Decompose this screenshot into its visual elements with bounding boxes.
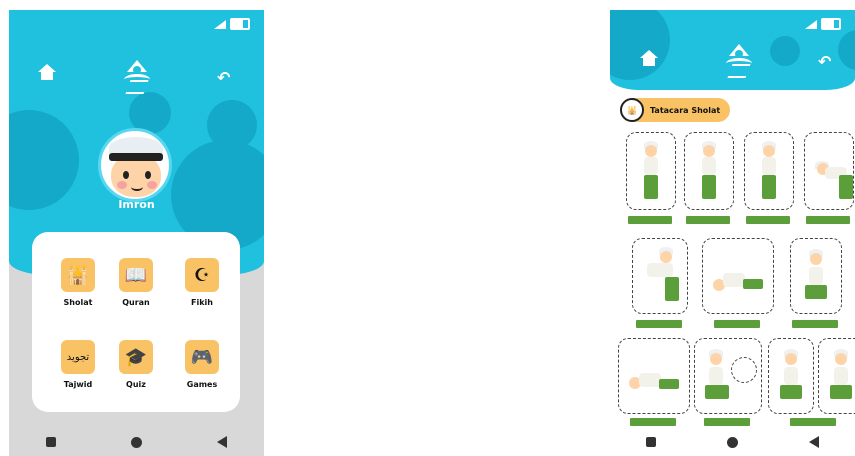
crescent-star-icon: ☪	[185, 258, 219, 292]
step-label	[714, 320, 760, 328]
home-icon	[38, 64, 56, 84]
mosque-logo-icon	[724, 44, 754, 78]
gamepad-icon: 🎮	[185, 340, 219, 374]
back-arrow-icon: ↶	[818, 52, 832, 71]
step-label	[636, 320, 682, 328]
recent-apps-button[interactable]	[645, 437, 656, 447]
step-label	[630, 418, 676, 426]
graduation-cap-icon: 🎓	[119, 340, 153, 374]
status-bar	[214, 18, 250, 30]
step-card[interactable]	[818, 338, 855, 414]
system-back-button[interactable]	[809, 436, 820, 448]
step-card[interactable]	[744, 132, 794, 224]
step-card[interactable]	[768, 338, 814, 414]
step-card[interactable]	[702, 238, 774, 328]
step-card[interactable]	[626, 132, 676, 224]
signal-icon	[805, 19, 817, 29]
sholat-screen: ↶ 🕌 Tatacara Sholat	[610, 10, 855, 456]
home-icon	[640, 50, 658, 70]
step-card[interactable]	[804, 132, 854, 224]
decor-bubble	[610, 10, 670, 80]
battery-icon	[821, 18, 841, 30]
mosque-logo-icon	[122, 60, 152, 94]
step-label	[628, 216, 672, 224]
step-label	[790, 418, 836, 426]
arabic-calligraphy-icon: تجويد	[61, 340, 95, 374]
status-bar	[805, 18, 841, 30]
menu-item-quran[interactable]: 📖 Quran	[106, 258, 166, 307]
menu-item-tajwid[interactable]: تجويد Tajwid	[48, 340, 108, 389]
menu-label: Games	[186, 380, 218, 389]
avatar[interactable]	[98, 128, 172, 202]
menu-label: Quran	[122, 298, 150, 307]
menu-item-fikih[interactable]: ☪ Fikih	[172, 258, 232, 307]
step-label	[746, 216, 790, 224]
step-card[interactable]	[684, 132, 734, 224]
back-arrow-icon: ↶	[217, 68, 231, 87]
system-nav-bar	[610, 428, 855, 456]
menu-label: Fikih	[191, 298, 213, 307]
step-card[interactable]	[694, 338, 762, 426]
home-button[interactable]	[640, 50, 658, 70]
system-home-button[interactable]	[726, 436, 738, 448]
back-button[interactable]: ↶	[217, 68, 230, 87]
menu-item-quiz[interactable]: 🎓 Quiz	[106, 340, 166, 389]
username: Imron	[118, 198, 155, 211]
step-card[interactable]	[632, 238, 688, 328]
mosque-icon: 🕌	[61, 258, 95, 292]
system-nav-bar	[9, 428, 264, 456]
home-screen: ↶ Imron 🕌 Sholat 📖 Quran ☪ Fikih تجويد T…	[9, 10, 264, 456]
home-button[interactable]	[38, 64, 56, 84]
quran-book-icon: 📖	[119, 258, 153, 292]
battery-icon	[230, 18, 250, 30]
step-label	[686, 216, 730, 224]
step-card[interactable]	[618, 338, 690, 426]
signal-icon	[214, 19, 226, 29]
system-home-button[interactable]	[130, 436, 142, 448]
recent-apps-button[interactable]	[46, 437, 57, 447]
menu-label: Quiz	[126, 380, 146, 389]
decor-bubble	[9, 110, 79, 210]
menu-label: Sholat	[63, 298, 93, 307]
menu-item-games[interactable]: 🎮 Games	[172, 340, 232, 389]
back-button[interactable]: ↶	[818, 52, 831, 71]
menu-card: 🕌 Sholat 📖 Quran ☪ Fikih تجويد Tajwid 🎓 …	[32, 232, 240, 412]
step-label	[806, 216, 850, 224]
menu-item-sholat[interactable]: 🕌 Sholat	[48, 258, 108, 307]
menu-label: Tajwid	[63, 380, 93, 389]
app-logo	[122, 60, 152, 94]
section-title: 🕌 Tatacara Sholat	[620, 98, 730, 122]
app-logo	[724, 44, 754, 78]
decor-bubble	[770, 36, 800, 66]
decor-bubble	[838, 30, 855, 70]
section-title-text: Tatacara Sholat	[650, 105, 721, 115]
step-label	[792, 320, 838, 328]
step-card[interactable]	[790, 238, 842, 328]
system-back-button[interactable]	[216, 436, 227, 448]
step-label	[704, 418, 750, 426]
mosque-icon: 🕌	[620, 98, 644, 122]
